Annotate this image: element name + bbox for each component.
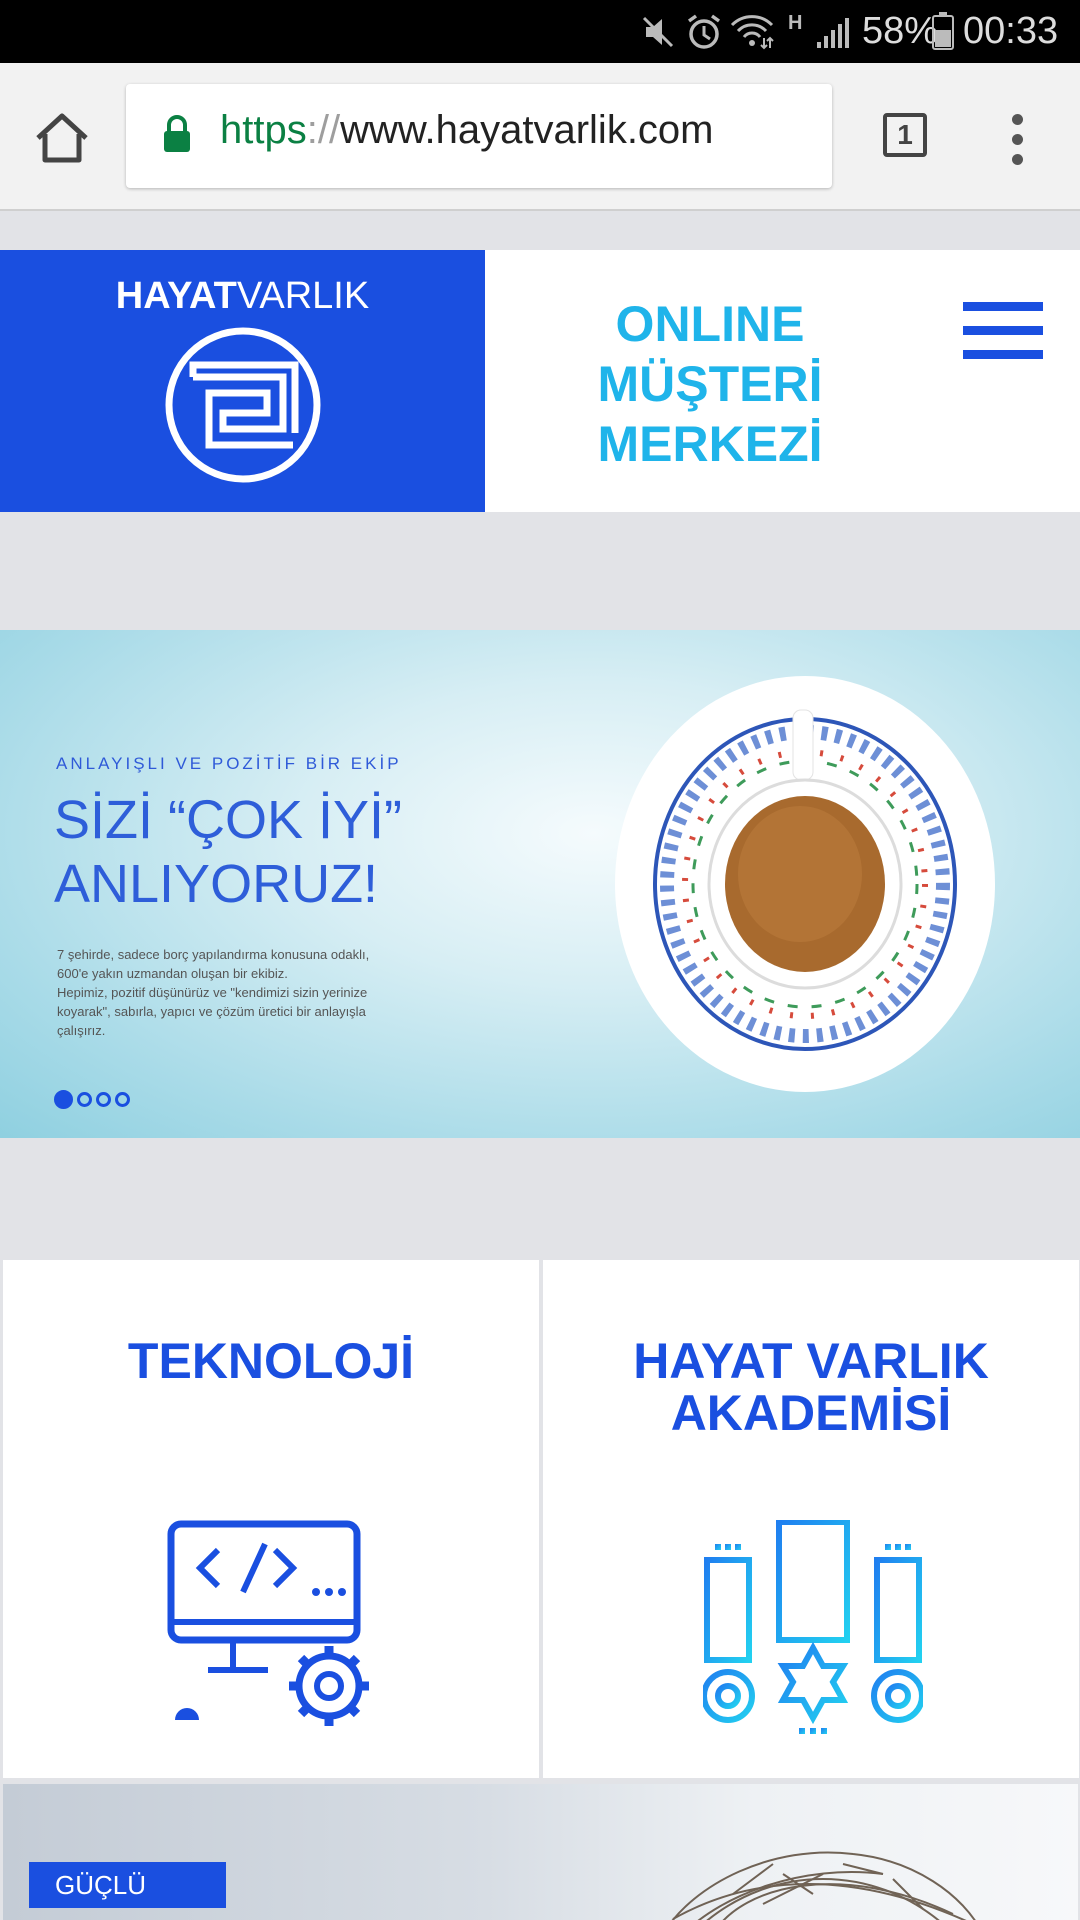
hero-title: SİZİ “ÇOK İYİ” ANLIYORUZ! [54,788,474,916]
battery-percent: 58% [862,10,939,52]
status-bar: H 58% 00:33 [0,0,1080,63]
nest-image [671,1851,976,1920]
home-icon[interactable] [32,108,92,168]
hero-slider[interactable]: ANLAYIŞLI VE POZİTİF BİR EKİP SİZİ “ÇOK … [0,630,1080,1138]
lock-icon [164,115,190,152]
site-header: HAYATVARLIK ONLINE MÜŞTERİ MERKEZİ [0,250,1080,512]
slider-dot-2[interactable] [77,1092,92,1107]
tagline-line-3: MERKEZİ [597,416,823,472]
code-monitor-gear-icon [167,1520,369,1726]
hero-body-line-3: Hepimiz, pozitif düşünürüz ve "kendimizi… [57,985,368,1000]
overflow-menu-icon[interactable] [1003,114,1033,165]
logo-light: VARLIK [236,275,370,317]
tabs-icon[interactable]: 1 [883,113,927,157]
hero-title-line-1: SİZİ “ÇOK İYİ” [54,790,403,850]
hero-body-line-1: 7 şehirde, sadece borç yapılandırma konu… [57,947,370,962]
card-technology-title: TEKNOLOJİ [127,1333,415,1389]
medals-icon [703,1520,923,1734]
online-customer-center-title[interactable]: ONLINE MÜŞTERİ MERKEZİ [540,294,880,474]
mute-icon [642,16,674,48]
hamburger-menu-icon[interactable] [963,302,1043,362]
slider-dot-3[interactable] [96,1092,111,1107]
tagline-line-1: ONLINE [615,296,805,352]
logo-emblem-icon [165,327,321,483]
hero-title-line-2: ANLIYORUZ! [54,854,379,914]
card-technology[interactable]: TEKNOLOJİ [3,1260,539,1778]
tagline-line-2: MÜŞTERİ [597,356,823,412]
hero-body-line-2: 600'e yakın uzmandan oluşan bir ekibiz. [57,966,288,981]
card-academy[interactable]: HAYAT VARLIK AKADEMİSİ [543,1260,1079,1778]
card-academy-title-line-2: AKADEMİSİ [670,1385,952,1441]
address-bar[interactable]: https://www.hayatvarlik.com [126,84,832,188]
alarm-icon [687,14,721,49]
logo[interactable]: HAYATVARLIK [0,250,485,512]
hero-body-line-5: çalışırız. [57,1023,106,1038]
banner-badge: GÜÇLÜ [29,1862,226,1908]
url-host: www.hayatvarlik.com [340,108,714,152]
browser-toolbar: https://www.hayatvarlik.com 1 [0,63,1080,211]
bottom-banner[interactable]: GÜÇLÜ [3,1784,1078,1920]
hero-body: 7 şehirde, sadece borç yapılandırma konu… [57,945,437,1040]
clock: 00:33 [963,10,1059,52]
wifi-icon [730,15,774,50]
hero-body-line-4: koyarak", sabırla, yapıcı ve çözüm üreti… [57,1004,366,1019]
url-text[interactable]: https://www.hayatvarlik.com [220,108,714,153]
signal-icon [817,18,849,48]
card-academy-title-line-1: HAYAT VARLIK [633,1333,989,1389]
slider-dot-1[interactable] [54,1090,73,1109]
logo-wordmark: HAYATVARLIK [0,275,485,318]
url-separator: :// [306,108,341,152]
card-academy-title: HAYAT VARLIK AKADEMİSİ [543,1335,1079,1439]
slider-dots [54,1090,134,1109]
hero-kicker: ANLAYIŞLI VE POZİTİF BİR EKİP [56,754,402,773]
battery-icon [932,12,954,50]
network-type: H [788,12,803,34]
logo-bold: HAYAT [115,275,237,317]
coffee-cup-image [615,676,995,1092]
url-scheme: https [220,108,307,152]
slider-dot-4[interactable] [115,1092,130,1107]
